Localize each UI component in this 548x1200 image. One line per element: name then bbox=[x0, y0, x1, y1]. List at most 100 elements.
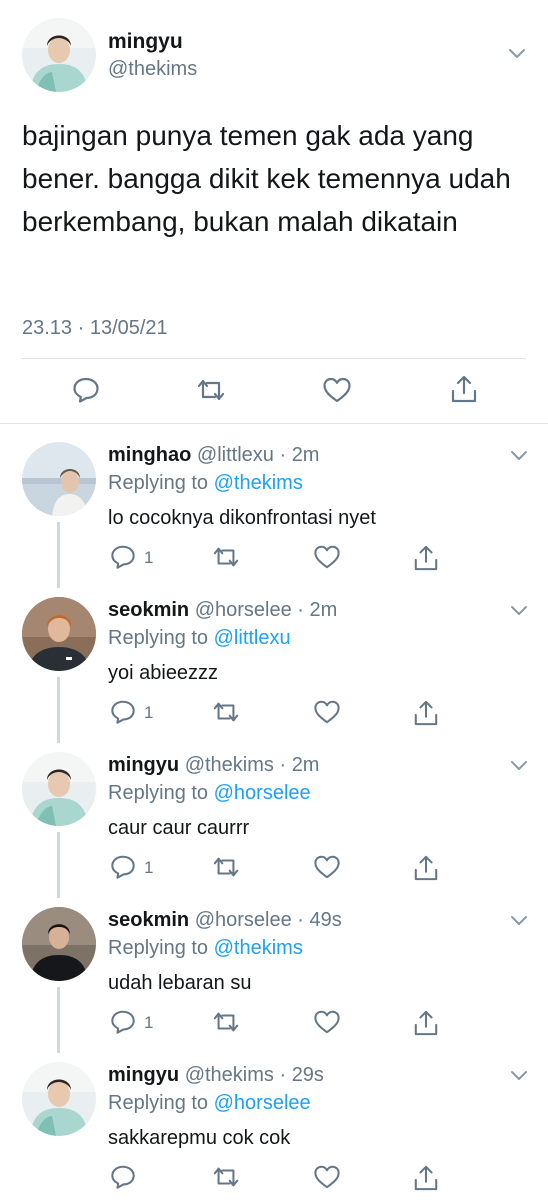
reply-time[interactable]: 49s bbox=[310, 909, 342, 931]
reply-text: yoi abieezzz bbox=[108, 662, 219, 684]
replying-to: Replying to @thekims bbox=[108, 472, 303, 495]
reply-header: seokmin @horselee · 2m bbox=[108, 599, 337, 622]
retweet-icon bbox=[211, 854, 241, 880]
author-name[interactable]: minghao bbox=[108, 444, 191, 466]
replying-to: Replying to @littlexu bbox=[108, 627, 291, 650]
reply-text: lo cocoknya dikonfrontasi nyet bbox=[108, 507, 376, 529]
divider bbox=[0, 423, 548, 424]
retweet-icon[interactable] bbox=[195, 376, 227, 404]
author-name[interactable]: seokmin bbox=[108, 599, 189, 621]
reply-time[interactable]: 2m bbox=[292, 444, 320, 466]
action-bar: 1 bbox=[108, 544, 448, 572]
chevron-down-icon[interactable] bbox=[510, 1070, 528, 1082]
separator-dot: · bbox=[273, 1064, 292, 1086]
avatar[interactable] bbox=[22, 1062, 96, 1136]
replying-to: Replying to @thekims bbox=[108, 937, 303, 960]
like-icon bbox=[313, 1009, 341, 1035]
replying-label: Replying to bbox=[108, 782, 209, 804]
share-icon bbox=[413, 544, 439, 572]
reply-tweet[interactable]: seokmin @horselee · 2m Replying to @litt… bbox=[0, 587, 548, 742]
chevron-down-icon[interactable] bbox=[508, 48, 526, 60]
reply-text: sakkarepmu cok cok bbox=[108, 1127, 291, 1149]
avatar[interactable] bbox=[22, 442, 96, 516]
share-icon bbox=[413, 699, 439, 727]
like-icon bbox=[313, 544, 341, 570]
tweet-text: bajingan punya temen gak ada yang bener.… bbox=[22, 120, 511, 237]
reply-header: minghao @littlexu · 2m bbox=[108, 444, 319, 467]
reply-icon[interactable] bbox=[72, 376, 100, 404]
replying-label: Replying to bbox=[108, 627, 209, 649]
reply-icon bbox=[110, 544, 136, 570]
reply-count: 1 bbox=[144, 703, 154, 722]
avatar[interactable] bbox=[22, 752, 96, 826]
author-handle[interactable]: @thekims bbox=[185, 754, 274, 776]
author-name[interactable]: mingyu bbox=[108, 30, 183, 54]
retweet-icon bbox=[211, 1164, 241, 1190]
chevron-down-icon[interactable] bbox=[510, 450, 528, 462]
replying-to: Replying to @horselee bbox=[108, 782, 311, 805]
reply-header: seokmin @horselee · 49s bbox=[108, 909, 342, 932]
share-icon bbox=[413, 1164, 439, 1192]
author-name[interactable]: mingyu bbox=[108, 754, 179, 776]
reply-header: mingyu @thekims · 2m bbox=[108, 754, 319, 777]
mention-link[interactable]: @littlexu bbox=[214, 627, 291, 649]
author-handle[interactable]: @horselee bbox=[195, 909, 292, 931]
reply-icon bbox=[110, 854, 136, 880]
mention-link[interactable]: @horselee bbox=[214, 1092, 311, 1114]
share-icon bbox=[413, 1009, 439, 1037]
reply-tweet[interactable]: seokmin @horselee · 49s Replying to @the… bbox=[0, 897, 548, 1052]
reply-tweet[interactable]: minghao @littlexu · 2m Replying to @thek… bbox=[0, 432, 548, 587]
reply-text: udah lebaran su bbox=[108, 972, 252, 994]
replying-label: Replying to bbox=[108, 472, 209, 494]
action-bar: 1 bbox=[108, 699, 448, 727]
separator-dot: · bbox=[291, 909, 310, 931]
author-name[interactable]: mingyu bbox=[108, 1064, 179, 1086]
separator-dot: · bbox=[273, 444, 292, 466]
main-tweet: mingyu @thekims bajingan punya temen gak… bbox=[0, 0, 548, 422]
replying-label: Replying to bbox=[108, 1092, 209, 1114]
reply-tweet[interactable]: mingyu @thekims · 29s Replying to @horse… bbox=[0, 1052, 548, 1200]
author-handle[interactable]: @thekims bbox=[108, 58, 197, 81]
chevron-down-icon[interactable] bbox=[510, 915, 528, 927]
author-handle[interactable]: @horselee bbox=[195, 599, 292, 621]
separator-dot: · bbox=[273, 754, 292, 776]
mention-link[interactable]: @horselee bbox=[214, 782, 311, 804]
replying-label: Replying to bbox=[108, 937, 209, 959]
tweet-timestamp[interactable]: 23.13 · 13/05/21 bbox=[22, 317, 168, 340]
reply-count: 1 bbox=[144, 1013, 154, 1032]
like-icon bbox=[313, 1164, 341, 1190]
author-handle[interactable]: @littlexu bbox=[197, 444, 274, 466]
like-icon bbox=[313, 854, 341, 880]
reply-icon bbox=[110, 699, 136, 725]
retweet-icon bbox=[211, 699, 241, 725]
mention-link[interactable]: @thekims bbox=[214, 937, 303, 959]
share-icon[interactable] bbox=[450, 374, 478, 404]
reply-text: caur caur caurrr bbox=[108, 817, 250, 839]
like-icon bbox=[313, 699, 341, 725]
author-handle[interactable]: @thekims bbox=[185, 1064, 274, 1086]
reply-icon bbox=[110, 1164, 136, 1190]
reply-count: 1 bbox=[144, 858, 154, 877]
share-icon bbox=[413, 854, 439, 882]
reply-header: mingyu @thekims · 29s bbox=[108, 1064, 324, 1087]
reply-tweet[interactable]: mingyu @thekims · 2m Replying to @horsel… bbox=[0, 742, 548, 897]
action-bar: 1 bbox=[108, 854, 448, 882]
divider bbox=[22, 358, 526, 359]
avatar[interactable] bbox=[22, 597, 96, 671]
retweet-icon bbox=[211, 1009, 241, 1035]
reply-time[interactable]: 2m bbox=[292, 754, 320, 776]
avatar[interactable] bbox=[22, 907, 96, 981]
chevron-down-icon[interactable] bbox=[510, 605, 528, 617]
author-name[interactable]: seokmin bbox=[108, 909, 189, 931]
action-bar bbox=[108, 1164, 448, 1192]
reply-time[interactable]: 29s bbox=[292, 1064, 324, 1086]
reply-count: 1 bbox=[144, 548, 154, 567]
like-icon[interactable] bbox=[322, 376, 352, 404]
separator-dot: · bbox=[291, 599, 310, 621]
mention-link[interactable]: @thekims bbox=[214, 472, 303, 494]
action-bar: 1 bbox=[108, 1009, 448, 1037]
reply-time[interactable]: 2m bbox=[310, 599, 338, 621]
reply-icon bbox=[110, 1009, 136, 1035]
chevron-down-icon[interactable] bbox=[510, 760, 528, 772]
avatar[interactable] bbox=[22, 18, 96, 92]
